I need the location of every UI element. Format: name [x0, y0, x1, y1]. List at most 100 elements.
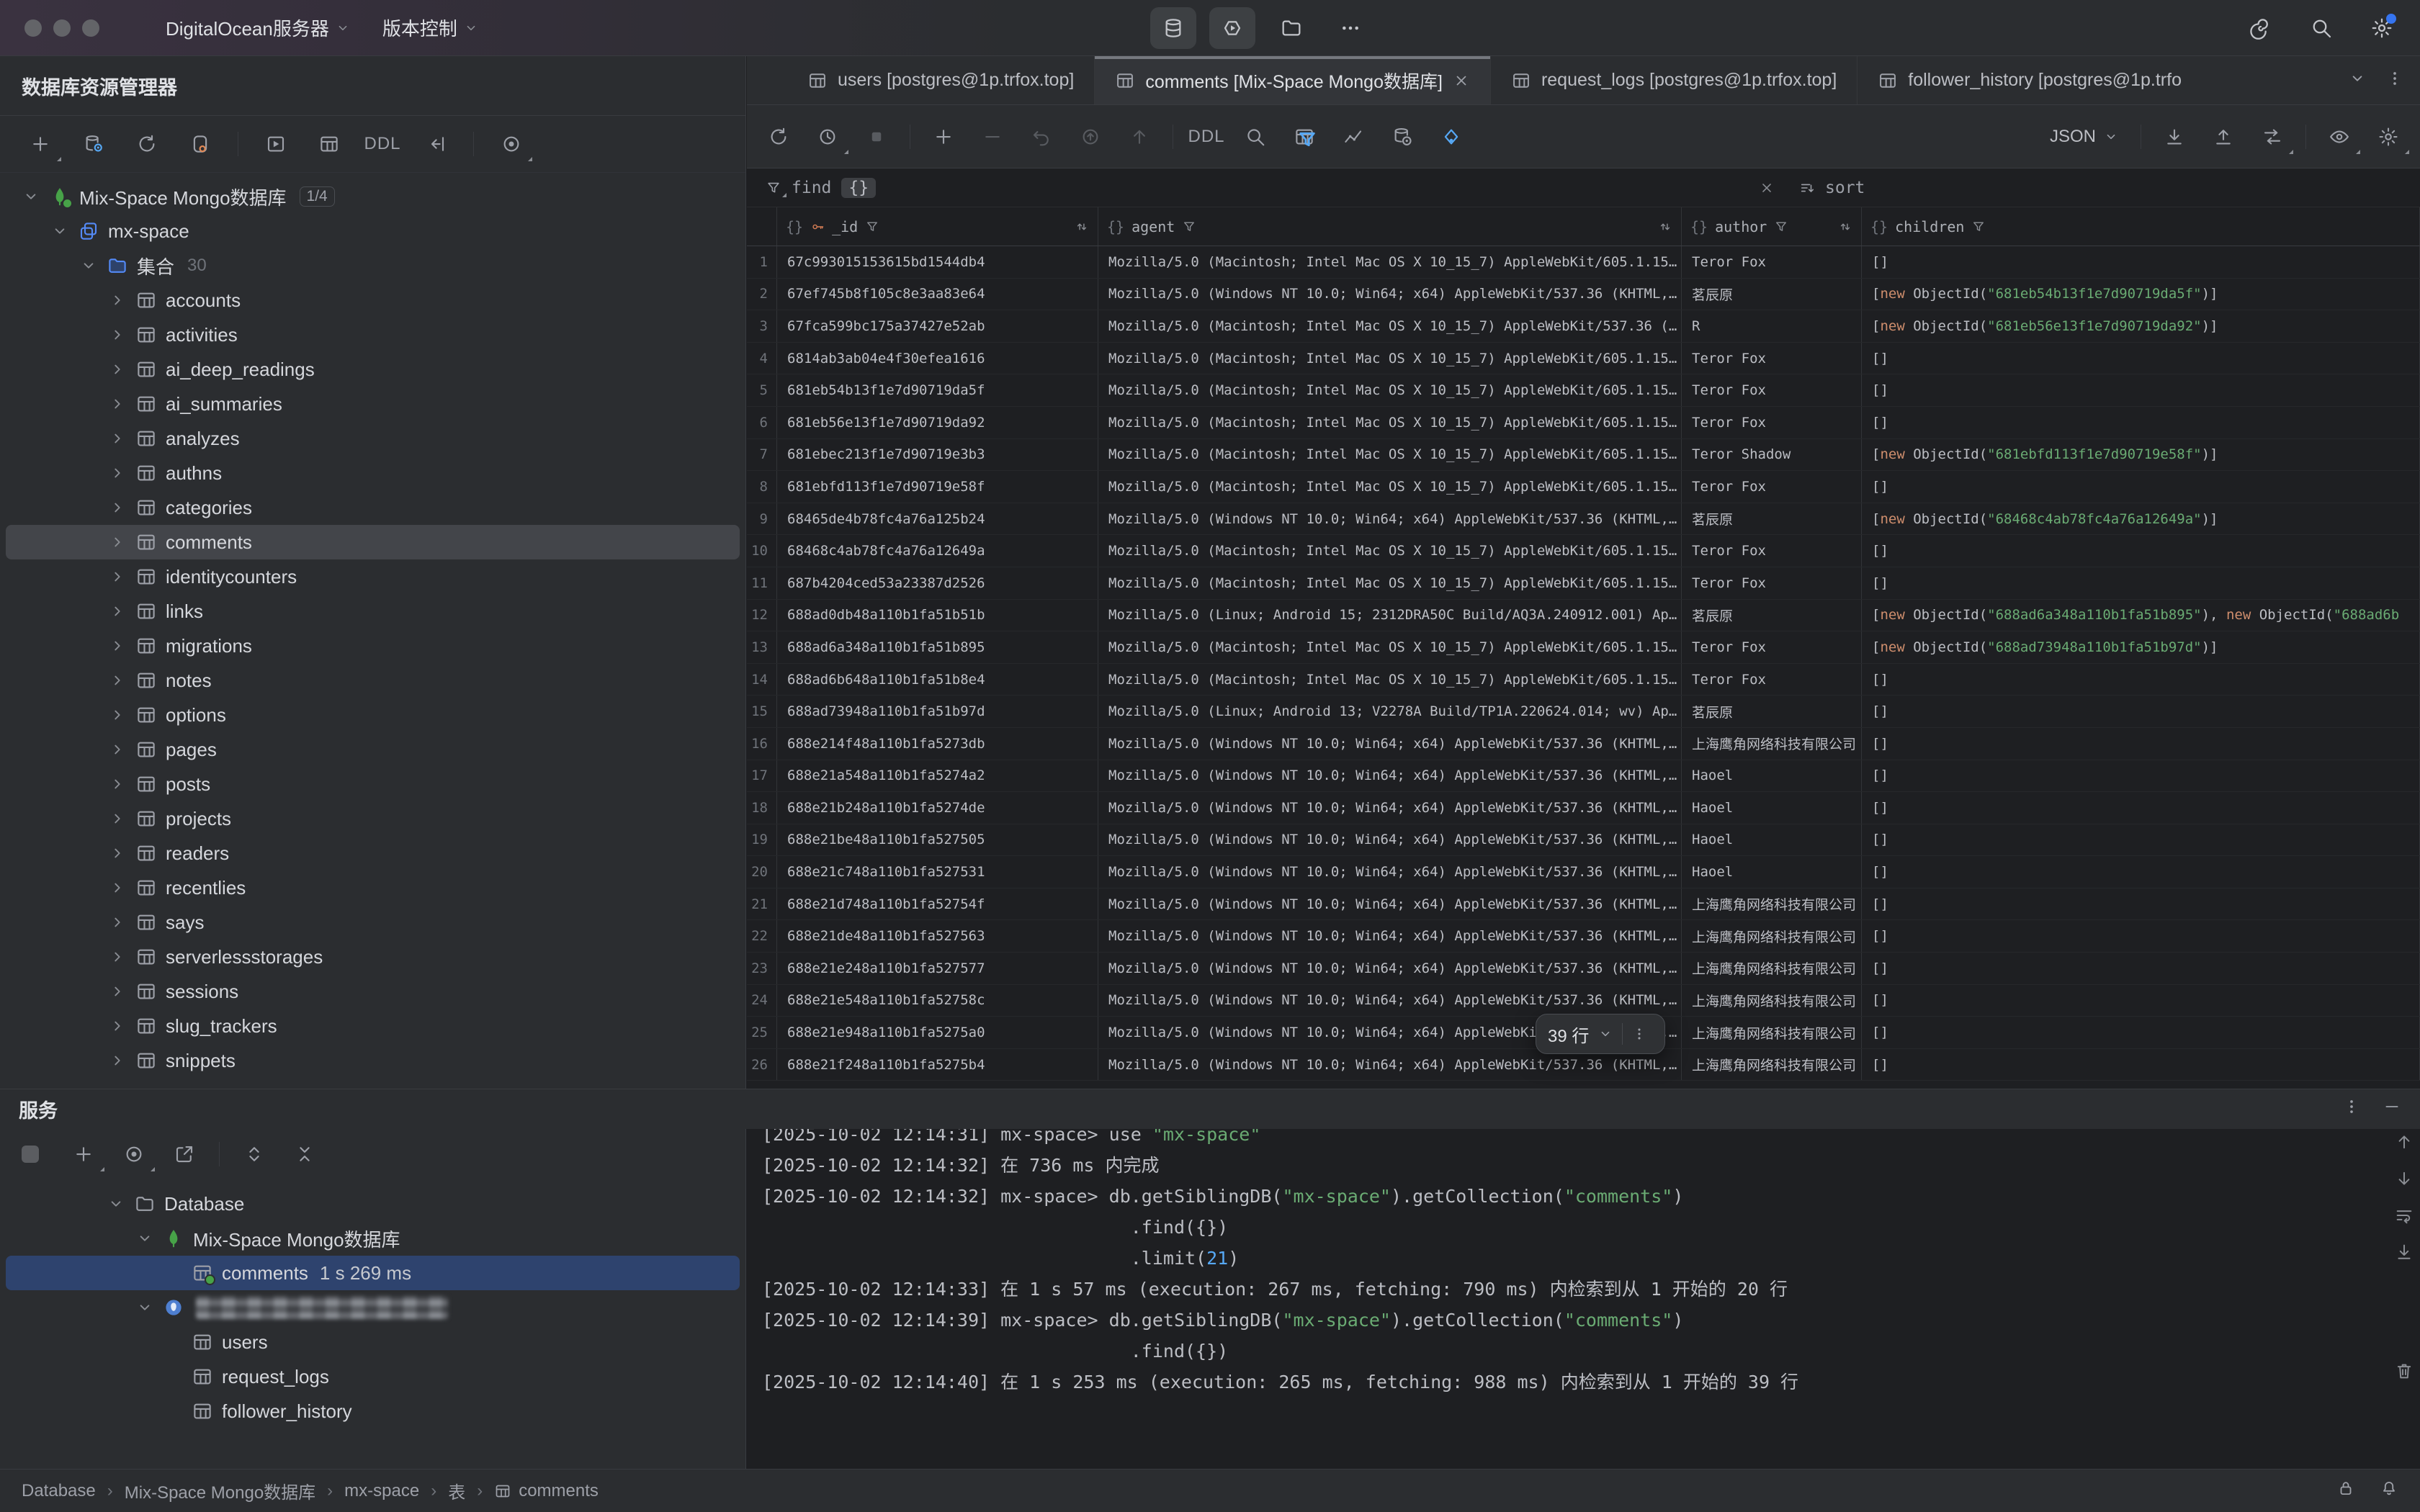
result-stop-button[interactable]	[861, 121, 892, 153]
minimize-window-button[interactable]	[53, 19, 71, 37]
services-expand-all-button[interactable]	[238, 1138, 270, 1170]
cell-_id[interactable]: 688ad6b648a110b1fa51b8e4	[777, 664, 1098, 696]
column-header-children[interactable]: {}children	[1862, 207, 2420, 246]
result-search-button[interactable]	[1240, 121, 1271, 153]
cell-agent[interactable]: Mozilla/5.0 (Macintosh; Intel Mac OS X 1…	[1098, 631, 1682, 663]
breadcrumb-item[interactable]: 表	[448, 1478, 465, 1503]
cell-agent[interactable]: Mozilla/5.0 (Macintosh; Intel Mac OS X 1…	[1098, 664, 1682, 696]
more-h-tool-button[interactable]	[1327, 7, 1373, 49]
window-controls[interactable]	[24, 19, 99, 37]
cell-author[interactable]: 上海鹰角网络科技有限公司	[1682, 1017, 1862, 1048]
cell-author[interactable]: Teror Fox	[1682, 374, 1862, 406]
table-row[interactable]: 11687b4204ced53a23387d2526Mozilla/5.0 (M…	[747, 567, 2420, 600]
tree-item-mx-space[interactable]: mx-space	[6, 214, 740, 248]
result-settings-button[interactable]	[2372, 121, 2404, 153]
cell-_id[interactable]: 688ad73948a110b1fa51b97d	[777, 696, 1098, 727]
tree-item-authns[interactable]: authns	[6, 456, 740, 490]
tree-item-snippets[interactable]: snippets	[6, 1043, 740, 1078]
cell-_id[interactable]: 688e21e248a110b1fa527577	[777, 953, 1098, 984]
trash-button[interactable]	[2394, 1361, 2414, 1385]
cell-agent[interactable]: Mozilla/5.0 (Windows NT 10.0; Win64; x64…	[1098, 888, 1682, 920]
table-row[interactable]: 19688e21be48a110b1fa527505Mozilla/5.0 (W…	[747, 824, 2420, 857]
row-number[interactable]: 18	[747, 792, 777, 824]
services-visibility-button[interactable]	[118, 1138, 150, 1170]
table-row[interactable]: 17688e21a548a110b1fa5274a2Mozilla/5.0 (W…	[747, 760, 2420, 793]
services-tree-item-Mix-Space Mongo数据库[interactable]: Mix-Space Mongo数据库	[6, 1221, 740, 1256]
tree-item-accounts[interactable]: accounts	[6, 283, 740, 318]
tree-item-projects[interactable]: projects	[6, 801, 740, 836]
tab-users[interactable]: users [postgres@1p.trfox.top]	[787, 56, 1095, 104]
cell-author[interactable]: Haoel	[1682, 792, 1862, 824]
cell-agent[interactable]: Mozilla/5.0 (Macintosh; Intel Mac OS X 1…	[1098, 246, 1682, 278]
tree-item-activities[interactable]: activities	[6, 318, 740, 352]
row-number[interactable]: 19	[747, 824, 777, 856]
table-row[interactable]: 968465de4b78fc4a76a125b24Mozilla/5.0 (Wi…	[747, 503, 2420, 536]
cell-children[interactable]: [new ObjectId("681ebfd113f1e7d90719e58f"…	[1862, 439, 2420, 471]
cell-author[interactable]: Teror Fox	[1682, 567, 1862, 599]
tab-options-button[interactable]	[2385, 69, 2404, 91]
tree-item-links[interactable]: links	[6, 594, 740, 629]
services-tree-item-request_logs[interactable]: request_logs	[6, 1359, 740, 1394]
cell-agent[interactable]: Mozilla/5.0 (Windows NT 10.0; Win64; x64…	[1098, 728, 1682, 760]
cell-_id[interactable]: 67fca599bc175a37427e52ab	[777, 310, 1098, 342]
cell-_id[interactable]: 688e21b248a110b1fa5274de	[777, 792, 1098, 824]
result-export-data-button[interactable]	[1386, 121, 1418, 153]
find-criteria-input[interactable]: {}	[841, 178, 876, 198]
result-chart-button[interactable]	[1337, 121, 1369, 153]
cell-_id[interactable]: 688e21be48a110b1fa527505	[777, 824, 1098, 856]
column-filter-icon[interactable]	[1182, 220, 1196, 234]
services-collapse-all-button[interactable]	[289, 1138, 321, 1170]
cell-author[interactable]: 上海鹰角网络科技有限公司	[1682, 920, 1862, 952]
table-row[interactable]: 14688ad6b648a110b1fa51b8e4Mozilla/5.0 (M…	[747, 664, 2420, 696]
column-sort-icon[interactable]	[1838, 220, 1852, 234]
cell-agent[interactable]: Mozilla/5.0 (Windows NT 10.0; Win64; x64…	[1098, 503, 1682, 535]
result-diff-button[interactable]	[1435, 121, 1467, 153]
services-open-new-button[interactable]	[169, 1138, 200, 1170]
cell-author[interactable]: Teror Shadow	[1682, 439, 1862, 471]
row-number[interactable]: 8	[747, 471, 777, 503]
column-sort-icon[interactable]	[1658, 220, 1672, 234]
cell-agent[interactable]: Mozilla/5.0 (Windows NT 10.0; Win64; x64…	[1098, 856, 1682, 888]
table-row[interactable]: 6681eb56e13f1e7d90719da92Mozilla/5.0 (Ma…	[747, 407, 2420, 439]
cell-_id[interactable]: 688ad0db48a110b1fa51b51b	[777, 600, 1098, 631]
cell-children[interactable]: [new ObjectId("688ad73948a110b1fa51b97d"…	[1862, 631, 2420, 663]
table-row[interactable]: 1068468c4ab78fc4a76a12649aMozilla/5.0 (M…	[747, 535, 2420, 567]
more-v-button[interactable]	[2342, 1097, 2361, 1121]
table-row[interactable]: 7681ebec213f1e7d90719e3b3Mozilla/5.0 (Ma…	[747, 439, 2420, 472]
services-tree-item-follower_history[interactable]: follower_history	[6, 1394, 740, 1428]
chevron-down-icon[interactable]	[1597, 1026, 1613, 1042]
table-row[interactable]: 267ef745b8f105c8e3aa83e64Mozilla/5.0 (Wi…	[747, 279, 2420, 311]
lock-button[interactable]	[2336, 1479, 2355, 1503]
row-number[interactable]: 12	[747, 600, 777, 631]
cell-agent[interactable]: Mozilla/5.0 (Windows NT 10.0; Win64; x64…	[1098, 953, 1682, 984]
cell-children[interactable]: []	[1862, 696, 2420, 727]
cell-author[interactable]: Teror Fox	[1682, 535, 1862, 567]
bell-button[interactable]	[2380, 1479, 2398, 1503]
cell-_id[interactable]: 688e21d748a110b1fa52754f	[777, 888, 1098, 920]
close-window-button[interactable]	[24, 19, 42, 37]
cell-agent[interactable]: Mozilla/5.0 (Windows NT 10.0; Win64; x64…	[1098, 824, 1682, 856]
result-download-button[interactable]	[2159, 121, 2190, 153]
table-row[interactable]: 367fca599bc175a37427e52abMozilla/5.0 (Ma…	[747, 310, 2420, 343]
row-number[interactable]: 21	[747, 888, 777, 920]
clear-filter-icon[interactable]	[1759, 180, 1775, 196]
cell-_id[interactable]: 68468c4ab78fc4a76a12649a	[777, 535, 1098, 567]
close-tab-icon[interactable]	[1453, 72, 1470, 89]
cell-author[interactable]: 茗辰原	[1682, 696, 1862, 727]
row-number[interactable]: 9	[747, 503, 777, 535]
search-tool-button[interactable]	[2302, 7, 2341, 49]
cell-agent[interactable]: Mozilla/5.0 (Linux; Android 13; V2278A B…	[1098, 696, 1682, 727]
column-sort-icon[interactable]	[1075, 220, 1089, 234]
cell-_id[interactable]: 687b4204ced53a23387d2526	[777, 567, 1098, 599]
cell-_id[interactable]: 681eb56e13f1e7d90719da92	[777, 407, 1098, 438]
tree-item-serverlessstorages[interactable]: serverlessstorages	[6, 940, 740, 974]
cell-_id[interactable]: 68465de4b78fc4a76a125b24	[777, 503, 1098, 535]
cell-author[interactable]: 上海鹰角网络科技有限公司	[1682, 888, 1862, 920]
column-filter-icon[interactable]	[1774, 220, 1788, 234]
tree-item-readers[interactable]: readers	[6, 836, 740, 870]
cell-author[interactable]: 上海鹰角网络科技有限公司	[1682, 728, 1862, 760]
result-swap-button[interactable]	[2257, 121, 2288, 153]
result-delete-row-button[interactable]	[977, 121, 1008, 153]
cell-agent[interactable]: Mozilla/5.0 (Macintosh; Intel Mac OS X 1…	[1098, 343, 1682, 374]
tab-comments[interactable]: comments [Mix-Space Mongo数据库]	[1095, 56, 1491, 104]
